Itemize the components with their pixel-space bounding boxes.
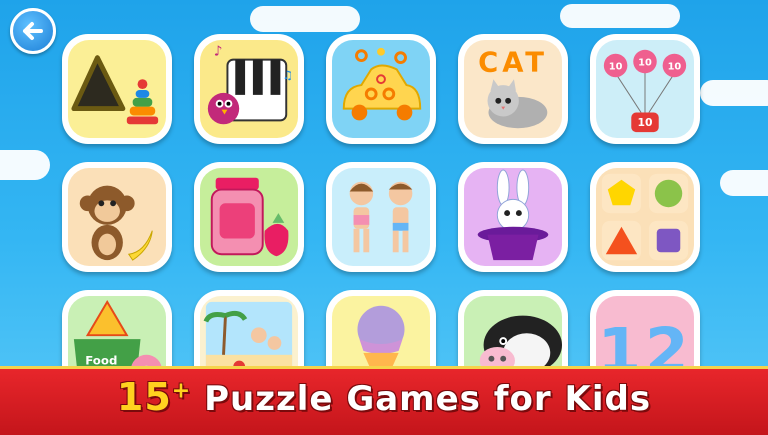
game-tile-jam-jar[interactable]: [194, 162, 304, 272]
kids-icon: [349, 181, 413, 253]
svg-text:♪: ♪: [214, 44, 223, 60]
pot-value: 10: [638, 116, 653, 129]
monkey-icon: [79, 185, 153, 261]
game-tile-bunny-hat[interactable]: [458, 162, 568, 272]
balloons-icon: 10 10 10 10: [603, 49, 687, 133]
cat-word-label: CAT: [478, 47, 548, 78]
game-tile-piano[interactable]: ♪ ♫: [194, 34, 304, 144]
svg-text:♫: ♫: [282, 68, 293, 82]
game-tile-cat-word[interactable]: CAT: [458, 34, 568, 144]
shape-faces-icon: [601, 173, 689, 261]
game-tile-shape-faces[interactable]: [590, 162, 700, 272]
bunny-hat-icon: [477, 169, 549, 261]
balloon-value: 10: [609, 61, 623, 72]
banner-caption: Puzzle Games for Kids: [204, 379, 652, 419]
car-icon: [342, 47, 422, 121]
games-count: 15: [116, 375, 172, 419]
banner-title: 15+ Puzzle Games for Kids: [0, 375, 768, 419]
game-tile-monkey[interactable]: [62, 162, 172, 272]
cat-word-icon: CAT: [478, 47, 548, 129]
game-tile-balloons[interactable]: 10 10 10 10: [590, 34, 700, 144]
game-tile-shapes[interactable]: [62, 34, 172, 144]
piano-bird-icon: ♪ ♫: [207, 44, 293, 125]
jam-jar-icon: [210, 177, 289, 257]
shape-sorter-icon: [71, 55, 159, 125]
games-count-plus: +: [171, 378, 192, 404]
balloon-value: 10: [668, 61, 682, 72]
balloon-value: 10: [638, 57, 652, 68]
game-tile-kids-dress-up[interactable]: [326, 162, 436, 272]
game-tile-car[interactable]: [326, 34, 436, 144]
